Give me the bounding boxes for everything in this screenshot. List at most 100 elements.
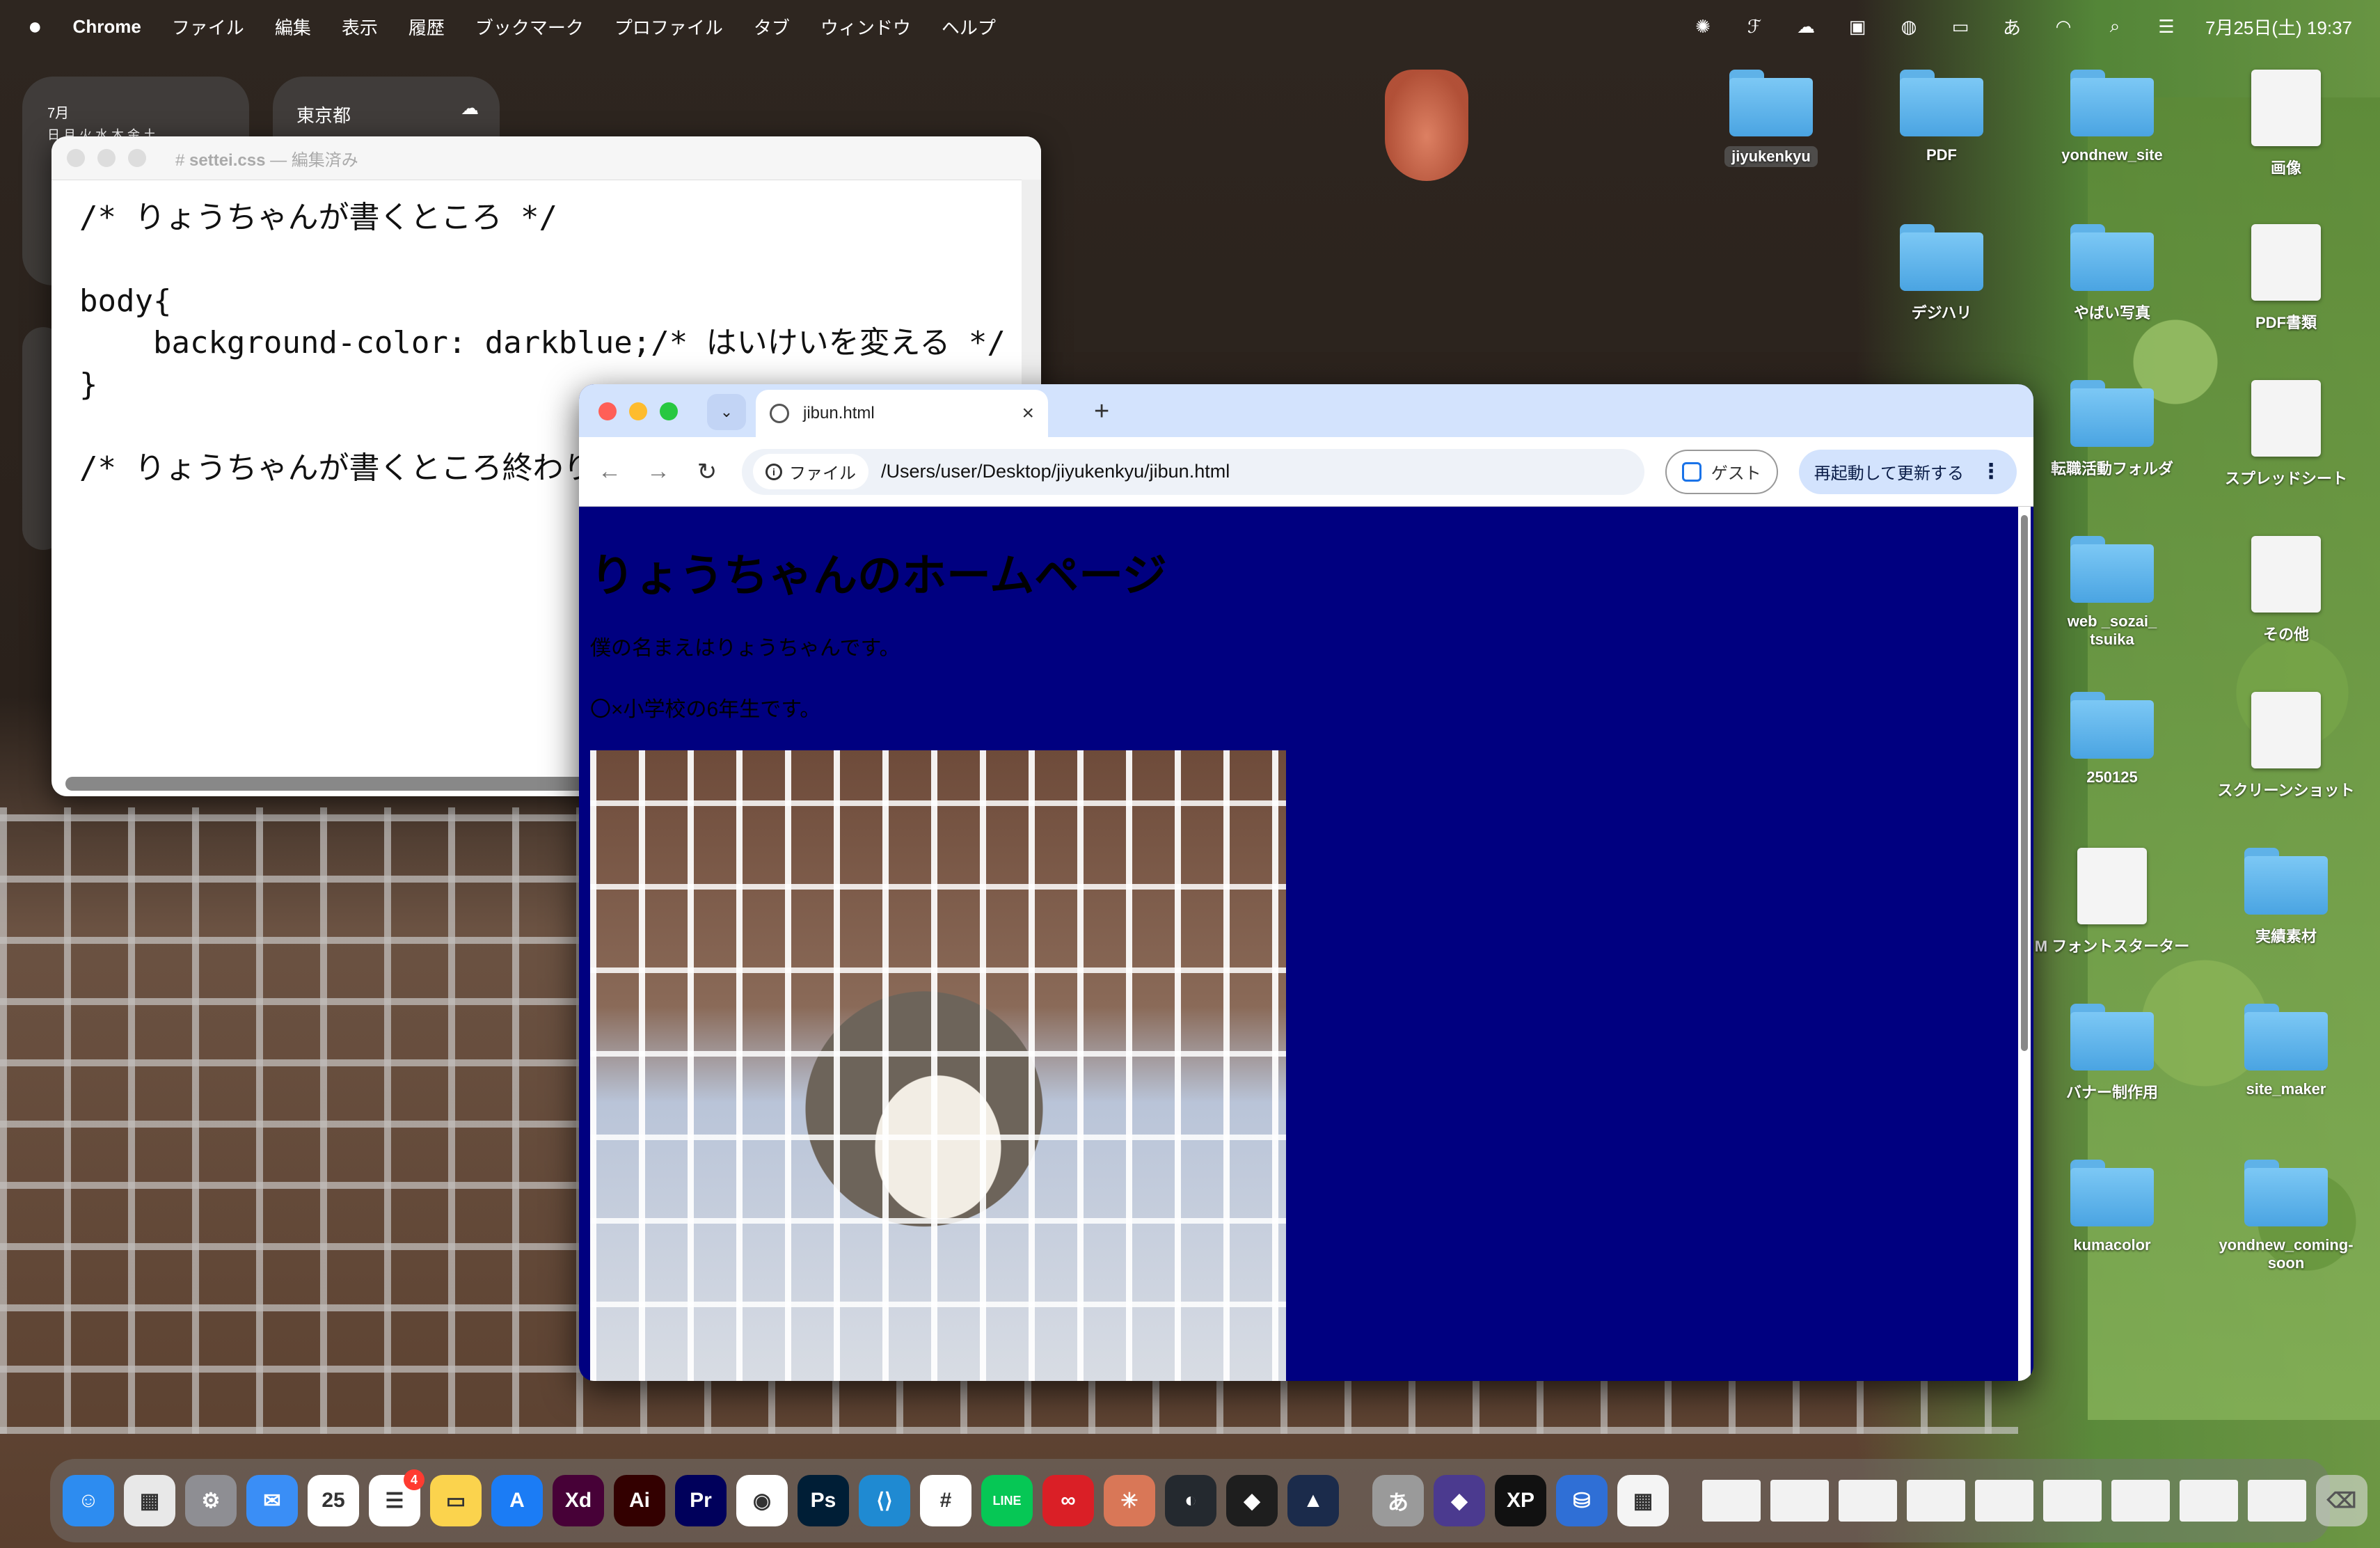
line-icon[interactable]: LINE [981,1475,1033,1526]
desktop-icon-doc[interactable]: スプレッドシート [2203,380,2370,489]
creative-cloud-icon[interactable]: ∞ [1042,1475,1094,1526]
zoom-button[interactable] [128,149,146,167]
chrome-window[interactable]: ⌄ jibun.html × + ← → ↻ i ファイル /Users/use… [579,384,2033,1381]
desktop-icon-app[interactable]: M フォントスターター [2029,848,2196,956]
reload-icon[interactable]: ↻ [693,458,721,486]
menu-item[interactable]: ヘルプ [942,14,996,40]
zoom-button[interactable] [660,402,678,420]
desktop-icon-folder[interactable]: 250125 [2029,692,2196,787]
tab-close-icon[interactable]: × [1022,402,1034,425]
desktop-icon-folder[interactable]: PDF [1858,70,2025,164]
menu-item[interactable]: ファイル [172,14,244,40]
figma-icon[interactable]: ℱ [1742,16,1767,37]
xp-pen-icon[interactable]: ▣ [1845,16,1870,37]
desktop-icon-doc[interactable]: スクリーンショット [2203,692,2370,800]
new-tab-button[interactable]: + [1094,397,1109,427]
affinity-icon[interactable]: ▲ [1287,1475,1339,1526]
battery-icon[interactable]: ▭ [1948,16,1973,37]
ai-sparkle-icon[interactable]: ✺ [1690,16,1715,37]
notes-icon[interactable]: ▭ [430,1475,482,1526]
chrome-icon[interactable]: ◉ [736,1475,788,1526]
spotlight-search-icon[interactable]: ⌕ [2102,15,2127,37]
desktop-icon-folder[interactable]: jiyukenkyu [1688,70,1855,167]
desktop-icon-folder[interactable]: web _sozai_ tsuika [2029,536,2196,649]
app-store-icon[interactable]: A [491,1475,543,1526]
dock-minimized-window[interactable] [1702,1480,1761,1522]
input-method-app-icon[interactable]: あ [1372,1475,1424,1526]
close-button[interactable] [67,149,85,167]
desktop-icon-folder[interactable]: kumacolor [2029,1160,2196,1254]
dock-minimized-window[interactable] [2180,1480,2238,1522]
dock-minimized-window[interactable] [1975,1480,2033,1522]
menu-item[interactable]: 編集 [275,14,311,40]
desktop-icon-folder[interactable]: yondnew_coming- soon [2203,1160,2370,1272]
line-icon[interactable]: ◍ [1896,16,1921,37]
desktop-icon-doc[interactable]: その他 [2203,536,2370,645]
dock-minimized-window[interactable] [2111,1480,2170,1522]
xp-pen-app-icon[interactable]: XP [1495,1475,1546,1526]
desktop-icon-folder[interactable]: site_maker [2203,1004,2370,1098]
tab-jibun[interactable]: jibun.html × [756,390,1048,437]
dock-minimized-window[interactable] [1907,1480,1965,1522]
tab-search-button[interactable]: ⌄ [707,394,746,430]
site-info-chip[interactable]: i ファイル [753,454,868,489]
mail-icon[interactable]: ✉ [246,1475,298,1526]
database-app-icon[interactable]: ⛁ [1556,1475,1608,1526]
desktop-icon-folder[interactable]: デジハリ [1858,224,2025,323]
minimize-button[interactable] [629,402,647,420]
desktop-icon-folder[interactable]: やばい写真 [2029,224,2196,323]
menu-item[interactable]: タブ [754,14,790,40]
relaunch-update-button[interactable]: 再起動して更新する ⋮ [1798,449,2017,494]
desktop-icon-app[interactable]: 画像 [2203,70,2370,178]
desktop-icon-folder[interactable]: yondnew_site [2029,70,2196,164]
calendar-icon[interactable]: 25 [308,1475,359,1526]
photoshop-icon[interactable]: Ps [798,1475,849,1526]
figma-icon[interactable]: ◆ [1226,1475,1278,1526]
menu-item[interactable]: 表示 [342,14,378,40]
menu-item[interactable]: プロファイル [614,14,723,40]
guest-profile-button[interactable]: ゲスト [1665,449,1778,494]
close-button[interactable] [598,402,617,420]
claude-icon[interactable]: ✳ [1104,1475,1155,1526]
textedit-titlebar[interactable]: # settei.css — 編集済み [51,136,1041,180]
menu-app-name[interactable]: Chrome [73,16,141,38]
system-settings-icon[interactable]: ⚙ [185,1475,237,1526]
cloud-sync-icon[interactable]: ☁ [1793,16,1818,37]
slack-icon[interactable]: # [920,1475,971,1526]
horizontal-scrollbar[interactable] [65,777,615,791]
reminders-icon[interactable]: ☰ 4 [369,1469,425,1526]
menu-clock[interactable]: 7月25日(土) 19:37 [2205,14,2352,40]
cursor-app-icon[interactable]: ◆ [1434,1475,1485,1526]
premiere-icon[interactable]: Pr [675,1475,727,1526]
control-center-icon[interactable]: ☰ [2154,16,2179,37]
dock-minimized-window[interactable] [2043,1480,2102,1522]
minimize-button[interactable] [97,149,116,167]
more-menu-icon[interactable]: ⋮ [1981,459,2001,484]
page-scrollbar[interactable] [2018,507,2031,1381]
desktop-icon-folder[interactable]: 転職活動フォルダ [2029,380,2196,479]
back-arrow-icon[interactable]: ← [596,458,624,485]
input-method-icon[interactable]: あ [1999,16,2024,38]
wifi-icon[interactable]: ◠ [2051,16,2076,37]
grid-app-icon[interactable]: ▦ [1617,1475,1669,1526]
dock-minimized-window[interactable] [2248,1480,2306,1522]
menu-item[interactable]: 履歴 [408,14,445,40]
launchpad-icon[interactable]: ▦ [124,1475,175,1526]
forward-arrow-icon[interactable]: → [644,458,672,485]
adobe-xd-icon[interactable]: Xd [553,1475,604,1526]
github-icon[interactable]: ◐ [1165,1475,1216,1526]
dock-minimized-window[interactable] [1770,1480,1829,1522]
dock-minimized-window[interactable] [1839,1480,1897,1522]
desktop-icon-folder[interactable]: バナー制作用 [2029,1004,2196,1103]
menu-item[interactable]: ブックマーク [475,14,584,40]
apple-menu-icon[interactable]: ● [28,13,42,40]
vscode-icon[interactable]: ⟨⟩ [859,1475,910,1526]
menu-item[interactable]: ウィンドウ [820,14,911,40]
desktop-icon-doc[interactable]: PDF書類 [2203,224,2370,333]
address-bar[interactable]: i ファイル /Users/user/Desktop/jiyukenkyu/ji… [742,448,1644,495]
finder-icon[interactable]: ☺ [63,1475,114,1526]
desktop-icon-folder[interactable]: 実績素材 [2203,848,2370,947]
trash-icon[interactable]: ⌫ [2316,1475,2367,1526]
illustrator-icon[interactable]: Ai [614,1475,665,1526]
url-text[interactable]: /Users/user/Desktop/jiyukenkyu/jibun.htm… [881,461,1230,482]
